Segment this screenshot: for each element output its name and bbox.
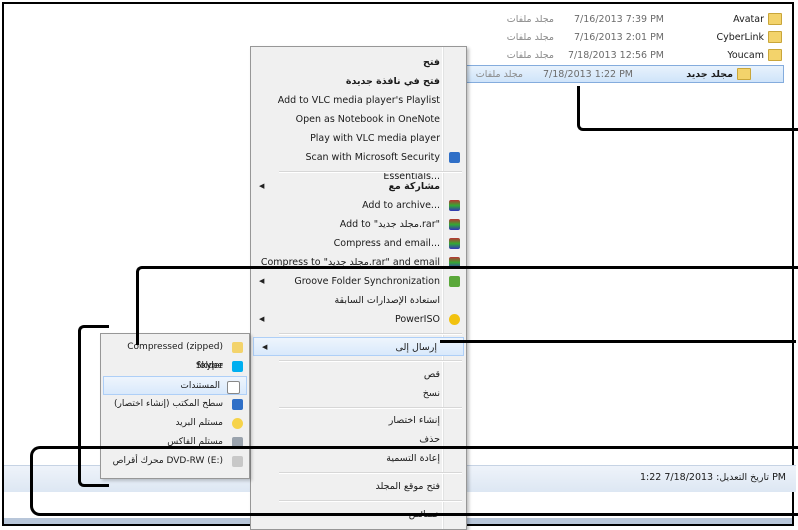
menu-item-label: Compress and email...: [333, 238, 440, 249]
menu-item-vlc-playlist[interactable]: Add to VLC media player's Playlist: [251, 91, 466, 110]
winrar-icon: [449, 200, 460, 211]
folder-icon: [768, 13, 782, 25]
file-row[interactable]: مجلد ملفات 7/16/2013 7:39 PM Avatar: [494, 10, 782, 28]
file-date: 7/18/2013 12:56 PM: [567, 49, 664, 61]
submenu-arrow-icon: ◀: [259, 182, 265, 190]
submenu-item-label: المستندات: [180, 381, 220, 391]
menu-item-label: Add to VLC media player's Playlist: [277, 95, 440, 106]
callout-line: [440, 340, 796, 343]
menu-separator: [279, 407, 462, 409]
menu-item-label: فتح في نافذة جديدة: [345, 76, 440, 87]
file-type: مجلد ملفات: [506, 13, 554, 25]
menu-item-open[interactable]: فتح: [251, 53, 466, 72]
send-to-documents[interactable]: المستندات: [103, 376, 247, 395]
menu-item-label: Play with VLC media player: [310, 133, 440, 144]
menu-item-share-with[interactable]: ◀ مشاركة مع: [251, 177, 466, 196]
menu-item-scan-mse[interactable]: Scan with Microsoft Security Essentials.…: [251, 148, 466, 182]
menu-item-label: قص: [423, 369, 440, 380]
menu-item-label: إنشاء اختصار: [388, 415, 440, 426]
menu-item-play-vlc[interactable]: Play with VLC media player: [251, 129, 466, 148]
menu-item-label: Add to archive...: [362, 200, 440, 211]
menu-item-open-new-window[interactable]: فتح في نافذة جديدة: [251, 72, 466, 91]
desktop-icon: [232, 399, 243, 410]
skype-icon: [232, 361, 243, 372]
menu-item-compress-email[interactable]: Compress and email...: [251, 234, 466, 253]
file-date: 7/18/2013 1:22 PM: [542, 68, 633, 80]
folder-icon: [768, 49, 782, 61]
winrar-icon: [449, 238, 460, 249]
file-date: 7/16/2013 2:01 PM: [573, 31, 664, 43]
file-type: مجلد ملفات: [475, 68, 523, 80]
menu-item-add-archive[interactable]: Add to archive...: [251, 196, 466, 215]
file-type: مجلد ملفات: [506, 31, 554, 43]
file-name: مجلد جديد: [686, 68, 733, 80]
menu-item-label: Open as Notebook in OneNote: [295, 114, 440, 125]
file-type: مجلد ملفات: [506, 49, 554, 61]
menu-item-label: فتح: [423, 57, 440, 68]
menu-item-label: حذف: [419, 434, 440, 445]
menu-item-label: Add to "مجلد جديد.rar": [339, 219, 440, 230]
file-name: Youcam: [727, 49, 764, 61]
menu-item-create-shortcut[interactable]: إنشاء اختصار: [251, 411, 466, 430]
send-to-mail[interactable]: مستلم البريد: [101, 414, 249, 433]
callout-line: [136, 266, 798, 345]
menu-item-onenote[interactable]: Open as Notebook in OneNote: [251, 110, 466, 129]
submenu-item-label: سطح المكتب (إنشاء اختصار): [114, 399, 223, 409]
submenu-item-label: مستلم البريد: [175, 418, 223, 428]
folder-icon: [768, 31, 782, 43]
menu-separator: [279, 360, 462, 362]
security-essentials-icon: [449, 152, 460, 163]
menu-item-add-rar[interactable]: Add to "مجلد جديد.rar": [251, 215, 466, 234]
mail-icon: [232, 418, 243, 429]
file-name: CyberLink: [716, 31, 765, 43]
callout-line: [577, 86, 798, 131]
menu-item-label: مشاركة مع: [388, 181, 440, 192]
callout-line: [30, 446, 798, 516]
menu-item-cut[interactable]: قص: [251, 365, 466, 384]
file-row[interactable]: مجلد ملفات 7/16/2013 2:01 PM CyberLink: [494, 28, 782, 46]
documents-icon: [227, 381, 240, 394]
menu-item-copy[interactable]: نسخ: [251, 384, 466, 403]
winrar-icon: [449, 219, 460, 230]
file-row-selected[interactable]: مجلد ملفات 7/18/2013 1:22 PM مجلد جديد: [462, 65, 784, 83]
menu-item-label: نسخ: [422, 388, 440, 399]
folder-icon: [737, 68, 751, 80]
send-to-desktop[interactable]: سطح المكتب (إنشاء اختصار): [101, 395, 249, 414]
menu-separator: [279, 171, 462, 173]
file-row[interactable]: مجلد ملفات 7/18/2013 12:56 PM Youcam: [494, 46, 782, 64]
file-name: Avatar: [733, 13, 764, 25]
submenu-item-label: Skype: [195, 361, 223, 371]
file-date: 7/16/2013 7:39 PM: [573, 13, 664, 25]
send-to-skype[interactable]: Skype: [101, 357, 249, 376]
